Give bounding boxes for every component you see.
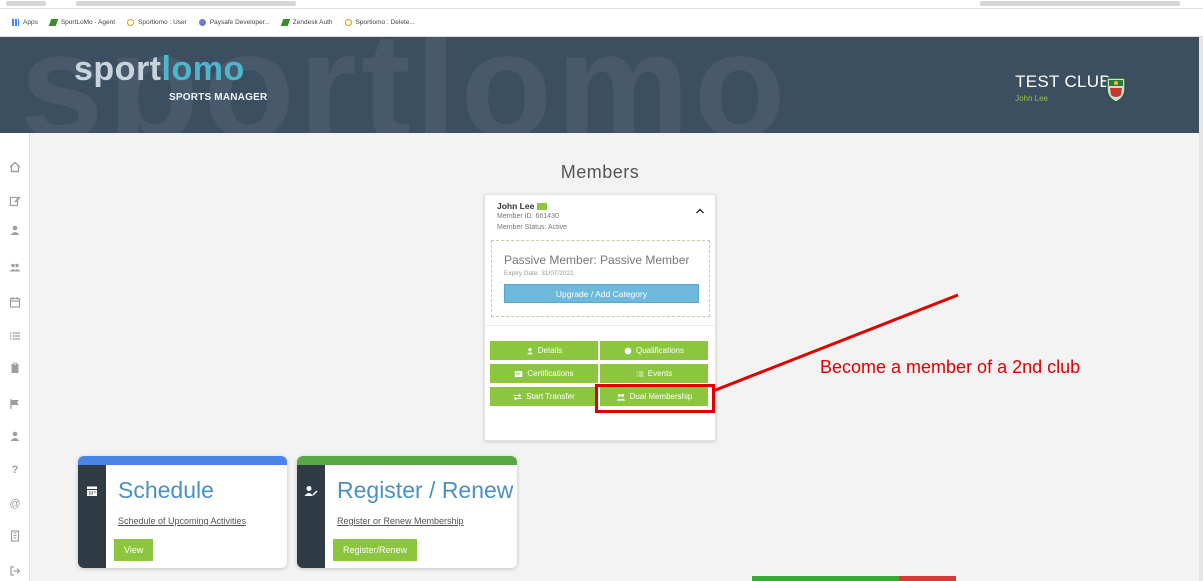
user-edit-icon	[304, 486, 318, 496]
schedule-title: Schedule	[118, 477, 214, 503]
register-tile-topbar	[297, 456, 517, 465]
register-renew-button[interactable]: Register/Renew	[333, 539, 418, 561]
register-tile-side	[297, 465, 325, 568]
schedule-tile-topbar	[78, 456, 287, 465]
annotation-callout: Become a member of a 2nd club	[820, 357, 1081, 377]
screen: Apps SportLoMo - Agent Sportlomo : User …	[0, 0, 1203, 581]
schedule-tile: Schedule Schedule of Upcoming Activities…	[78, 456, 287, 568]
cookie-banner-accept[interactable]	[752, 576, 899, 581]
register-title: Register / Renew	[337, 477, 514, 503]
register-link[interactable]: Register or Renew Membership	[337, 516, 464, 526]
schedule-tile-side	[78, 465, 106, 568]
register-tile: Register / Renew Register or Renew Membe…	[297, 456, 517, 568]
cookie-banner-decline[interactable]	[899, 576, 956, 581]
schedule-view-button[interactable]: View	[114, 539, 154, 561]
calendar-icon	[87, 486, 97, 496]
schedule-link[interactable]: Schedule of Upcoming Activities	[118, 516, 246, 526]
